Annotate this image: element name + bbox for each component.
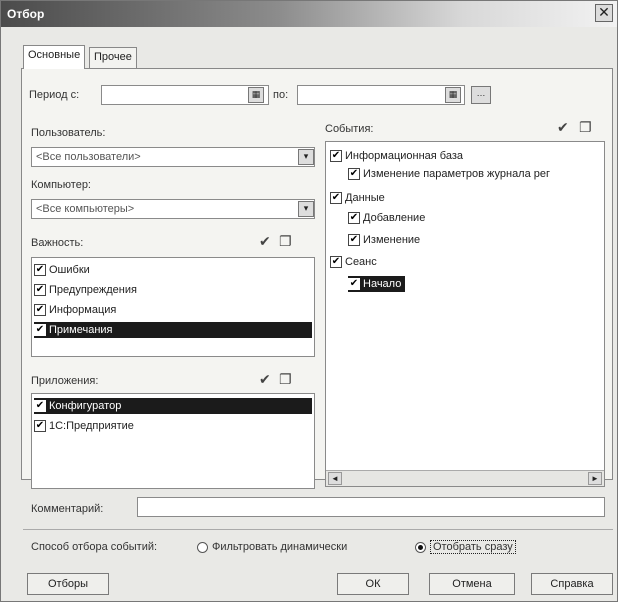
ok-button[interactable]: ОК [337,573,409,595]
comment-input[interactable] [137,497,605,517]
tab-other-label: Прочее [94,51,132,63]
tree-item-label: Добавление [363,212,426,224]
close-button[interactable]: ✕ [595,4,613,22]
list-item-selected[interactable]: ✔ Примечания [34,322,312,338]
tree-item[interactable]: ✔ Изменение параметров журнала рег [348,166,550,182]
radio-button[interactable] [197,541,208,553]
checkbox[interactable]: ✔ [348,168,360,180]
importance-label: Важность: [31,237,84,249]
tree-item-label: Сеанс [345,256,377,268]
tree-item[interactable]: ✔ Сеанс [330,254,377,270]
tree-item-label: Начало [363,278,402,290]
checkbox[interactable]: ✔ [348,234,360,246]
horizontal-scrollbar[interactable]: ◄ ► [326,470,604,486]
chevron-down-icon[interactable]: ▾ [298,201,314,217]
checkbox[interactable]: ✔ [34,324,46,336]
radio-filter-dynamic[interactable]: Фильтровать динамически [197,541,347,553]
uncheck-all-icon[interactable]: ❐ [579,119,592,136]
tab-main[interactable]: Основные [23,45,86,69]
filters-button[interactable]: Отборы [27,573,109,595]
tab-main-label: Основные [28,49,81,61]
list-item-label: Конфигуратор [49,400,122,412]
period-to-label: по: [273,89,289,101]
period-to-input[interactable] [297,85,465,105]
filter-dialog: Отбор ✕ Основные Прочее Период с: ▦ по: … [0,0,618,602]
list-item-label: Ошибки [49,264,90,276]
checkbox[interactable]: ✔ [330,192,342,204]
tree-item-label: Информационная база [345,150,463,162]
checkbox[interactable]: ✔ [34,264,46,276]
tree-item-label: Изменение [363,234,421,246]
user-select-value: <Все пользователи> [36,151,141,163]
checkbox[interactable]: ✔ [330,150,342,162]
tree-item-label: Данные [345,192,385,204]
period-from-label: Период с: [29,89,80,101]
computer-select[interactable]: <Все компьютеры> [31,199,315,219]
checkbox[interactable]: ✔ [34,400,46,412]
check-all-icon[interactable]: ✔ [259,233,271,250]
period-select-button[interactable]: … [471,86,491,104]
list-item[interactable]: ✔ Информация [34,302,312,318]
tab-other[interactable]: Прочее [89,47,137,68]
checkbox[interactable]: ✔ [348,278,360,290]
tree-item[interactable]: ✔ Изменение [348,232,420,248]
radio-filter-immediate[interactable]: Отобрать сразу [415,540,516,554]
scroll-left-icon[interactable]: ◄ [328,472,342,485]
list-item-selected[interactable]: ✔ Конфигуратор [34,398,312,414]
tree-item[interactable]: ✔ Данные [330,190,385,206]
divider [23,529,613,530]
scroll-right-icon[interactable]: ► [588,472,602,485]
uncheck-all-icon[interactable]: ❐ [279,371,292,388]
window-title: Отбор [7,7,45,21]
radio-filter-dynamic-label: Фильтровать динамически [212,541,348,553]
uncheck-all-icon[interactable]: ❐ [279,233,292,250]
user-select[interactable]: <Все пользователи> [31,147,315,167]
events-tree[interactable]: ✔ Информационная база ✔ Изменение параме… [325,141,605,487]
list-item-label: Предупреждения [49,284,137,296]
calendar-icon[interactable]: ▦ [445,87,461,103]
computer-select-value: <Все компьютеры> [36,203,135,215]
list-item[interactable]: ✔ 1С:Предприятие [34,418,312,434]
checkbox[interactable]: ✔ [34,304,46,316]
applications-label: Приложения: [31,375,99,387]
tree-item[interactable]: ✔ Информационная база [330,148,463,164]
check-all-icon[interactable]: ✔ [557,119,569,136]
list-item-label: Информация [49,304,117,316]
check-all-icon[interactable]: ✔ [259,371,271,388]
importance-list[interactable]: ✔ Ошибки ✔ Предупреждения ✔ Информация ✔… [31,257,315,357]
radio-button[interactable] [415,541,426,553]
checkbox[interactable]: ✔ [330,256,342,268]
radio-filter-immediate-label: Отобрать сразу [430,540,516,554]
tree-item-selected[interactable]: ✔ Начало [348,276,406,292]
title-bar: Отбор ✕ [1,1,617,27]
list-item[interactable]: ✔ Предупреждения [34,282,312,298]
comment-label: Комментарий: [31,503,104,515]
checkbox[interactable]: ✔ [34,284,46,296]
filter-mode-label: Способ отбора событий: [31,541,158,553]
list-item-label: 1С:Предприятие [49,420,134,432]
applications-list[interactable]: ✔ Конфигуратор ✔ 1С:Предприятие [31,393,315,489]
list-item-label: Примечания [49,324,113,336]
computer-label: Компьютер: [31,179,91,191]
checkbox[interactable]: ✔ [34,420,46,432]
help-button[interactable]: Справка [531,573,613,595]
period-from-input[interactable] [101,85,269,105]
calendar-icon[interactable]: ▦ [248,87,264,103]
list-item[interactable]: ✔ Ошибки [34,262,312,278]
user-label: Пользователь: [31,127,106,139]
checkbox[interactable]: ✔ [348,212,360,224]
events-label: События: [325,123,374,135]
chevron-down-icon[interactable]: ▾ [298,149,314,165]
tree-item[interactable]: ✔ Добавление [348,210,425,226]
cancel-button[interactable]: Отмена [429,573,515,595]
tree-item-label: Изменение параметров журнала рег [363,168,551,180]
